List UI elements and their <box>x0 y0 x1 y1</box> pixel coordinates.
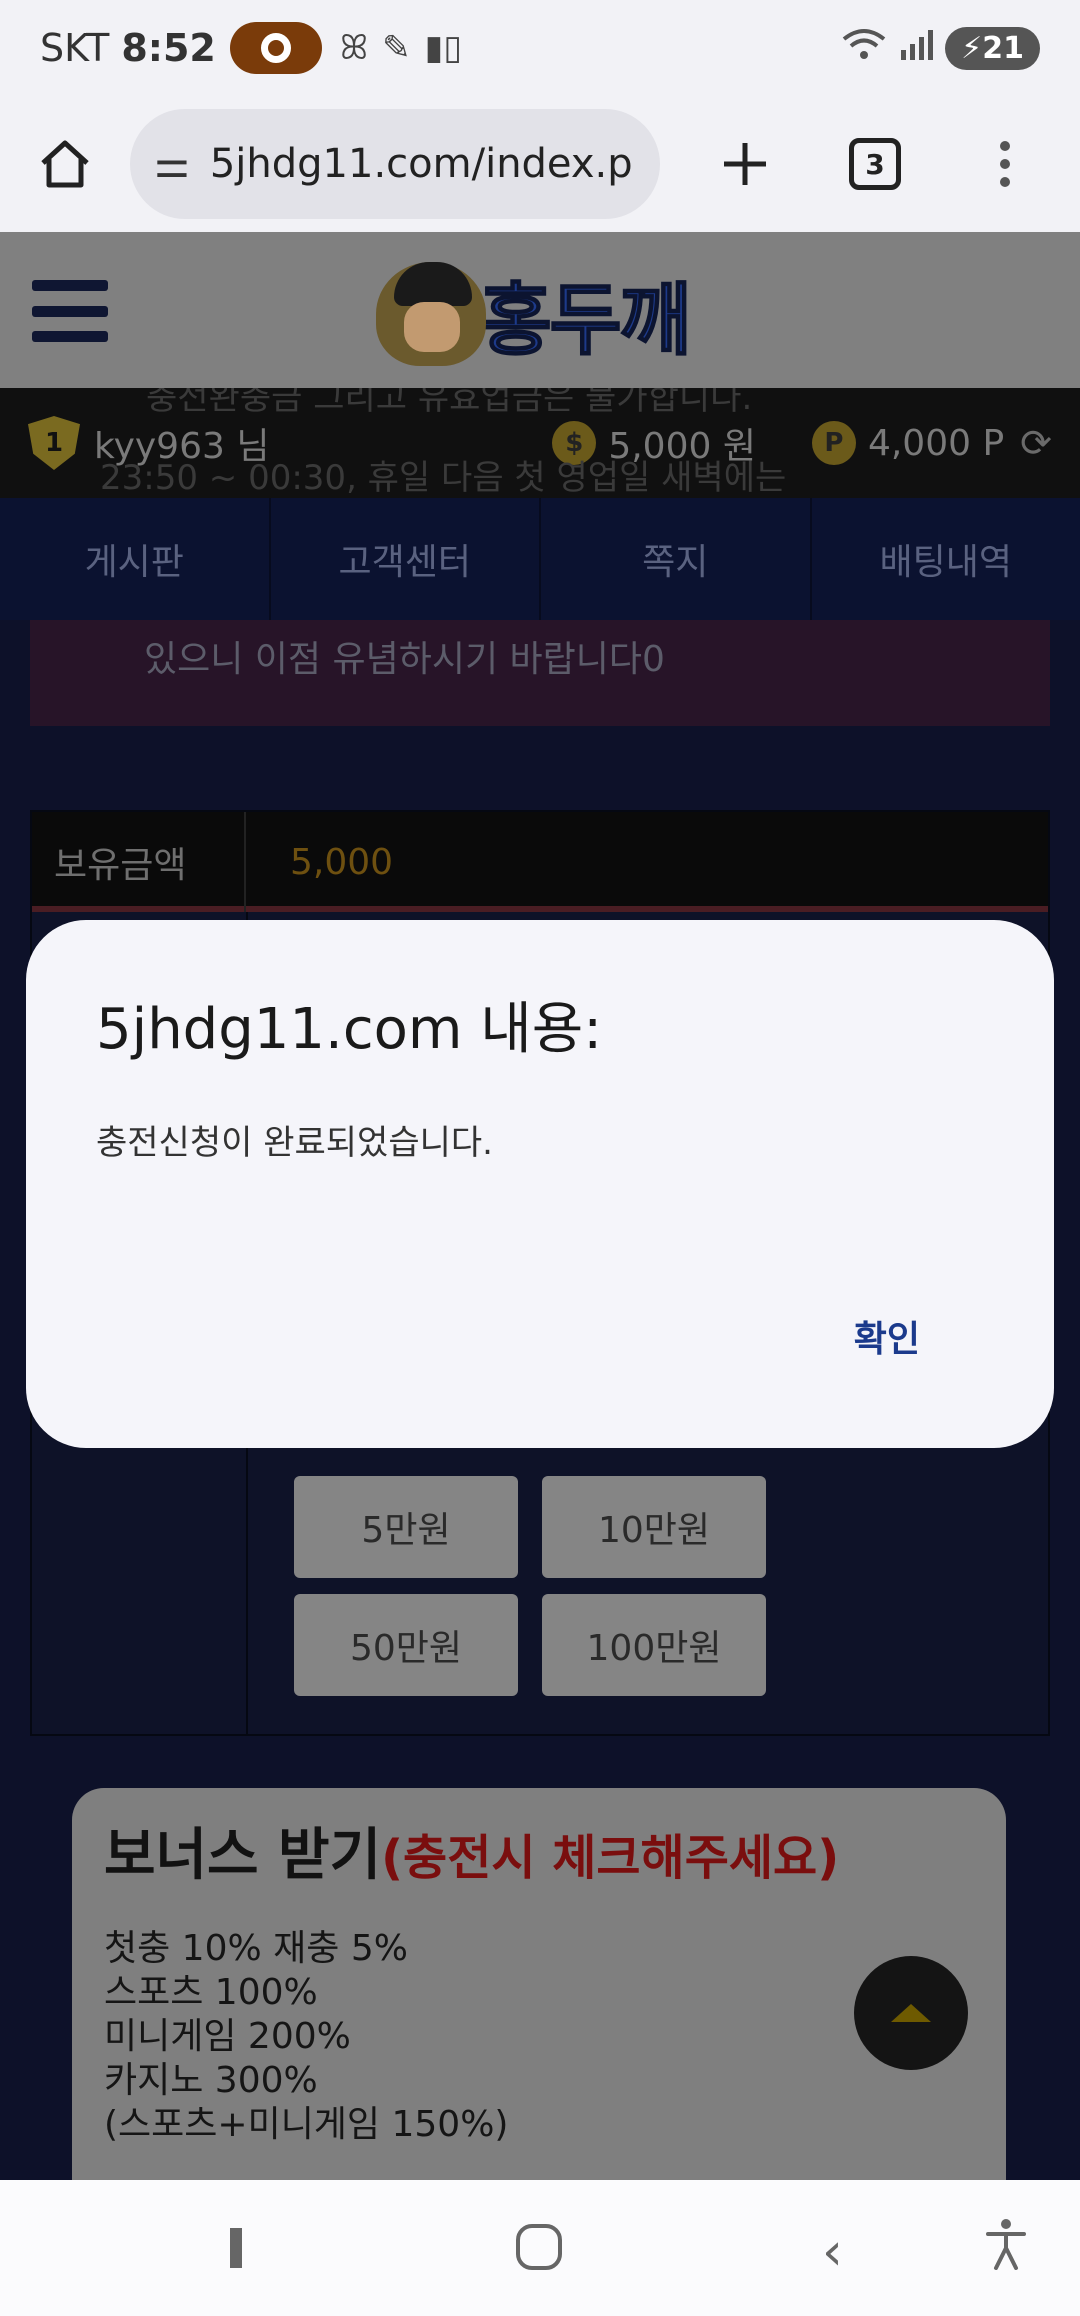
tab-count: 3 <box>849 138 901 190</box>
dialog-ok-button[interactable]: 확인 <box>854 1310 920 1362</box>
bonus-line: 미니게임 200% <box>104 2016 351 2057</box>
tab-switcher-icon[interactable]: 3 <box>810 96 940 232</box>
user-info-bar: 충전완충금 그리고 유효업금은 불가합니다. 23:50 ~ 00:30, 휴일… <box>0 388 1080 498</box>
battery-charging-icon: ⚡21 <box>945 26 1040 70</box>
recents-icon[interactable] <box>212 2228 260 2268</box>
url-text: 5jhdg11.com/index.pl <box>209 141 636 187</box>
main-nav: 게시판 고객센터 쪽지 배팅내역 <box>0 498 1080 620</box>
logo-text: 홍두깨 <box>479 275 692 367</box>
bonus-line: (스포츠+미니게임 150%) <box>104 2104 509 2145</box>
balance-row: 보유금액 5,000 <box>32 812 1048 912</box>
address-bar[interactable]: ⚌ 5jhdg11.com/index.pl <box>130 109 660 219</box>
accessibility-icon[interactable] <box>984 2218 1028 2270</box>
bonus-title-text: 보너스 받기 <box>104 1823 382 1888</box>
notice-box: 있으니 이점 유념하시기 바랍니다0 <box>30 620 1050 726</box>
ghost-text-line-1: 충전완충금 그리고 유효업금은 불가합니다. <box>146 388 753 418</box>
nav-messages[interactable]: 쪽지 <box>541 498 812 620</box>
system-home-icon[interactable] <box>516 2224 562 2270</box>
home-icon[interactable] <box>0 96 130 232</box>
status-bar: SKT 8:52 ꕤ ✎ ▮▯ ⚡21 <box>0 0 1080 96</box>
book-icon: ▮▯ <box>424 28 463 68</box>
bonus-line: 첫충 10% 재충 5% <box>104 1928 408 1969</box>
refresh-icon[interactable]: ⟳ <box>1020 421 1052 465</box>
bonus-lines: 첫충 10% 재충 5% 스포츠 100% 미니게임 200% 카지노 300%… <box>104 1927 974 2147</box>
balance-value: 5,000 <box>290 841 394 883</box>
record-icon <box>229 22 322 74</box>
notice-text: 있으니 이점 유념하시기 바랍니다0 <box>144 639 665 680</box>
balances: $ 5,000 원 P 4,000 P ⟳ <box>552 417 1052 469</box>
back-icon[interactable]: ‹ <box>822 2222 843 2282</box>
site-header: 홍두깨 <box>0 232 1080 388</box>
site-logo[interactable]: 홍두깨 <box>376 258 692 370</box>
amount-100k-button[interactable]: 10만원 <box>542 1476 766 1578</box>
bonus-title-note: (충전시 체크해주세요) <box>381 1830 840 1886</box>
bonus-title: 보너스 받기(충전시 체크해주세요) <box>104 1810 974 1891</box>
signal-icon <box>899 28 934 68</box>
nav-customer-center[interactable]: 고객센터 <box>271 498 541 620</box>
hamburger-menu-icon[interactable] <box>32 280 108 342</box>
feather-icon: ✎ <box>382 28 411 68</box>
dialog-message: 충전신청이 완료되었습니다. <box>96 1123 493 1163</box>
amount-500k-button[interactable]: 50만원 <box>294 1594 518 1696</box>
points-coin-icon: P <box>811 421 856 465</box>
alert-dialog: 5jhdg11.com 내용: 충전신청이 완료되었습니다. 확인 <box>26 920 1054 1448</box>
points-balance: 4,000 P <box>867 422 1005 464</box>
scroll-top-button[interactable] <box>854 1956 968 2070</box>
browser-toolbar: ⚌ 5jhdg11.com/index.pl 3 <box>0 96 1080 232</box>
username: kyy963 님 <box>94 426 270 467</box>
bunny-icon: ꕤ <box>339 28 369 68</box>
more-icon[interactable] <box>940 96 1070 232</box>
battery-level: 21 <box>982 30 1024 66</box>
nav-betting-history[interactable]: 배팅내역 <box>812 498 1080 620</box>
carrier-label: SKT <box>40 26 110 70</box>
clock: 8:52 <box>121 26 216 70</box>
amount-50k-button[interactable]: 5만원 <box>294 1476 518 1578</box>
site-settings-icon[interactable]: ⚌ <box>154 141 190 187</box>
new-tab-icon[interactable] <box>680 96 810 232</box>
mascot-icon <box>376 262 486 366</box>
level-shield-icon: 1 <box>28 416 80 470</box>
money-balance: 5,000 원 <box>608 426 756 467</box>
dialog-title: 5jhdg11.com 내용: <box>96 997 603 1062</box>
system-nav-bar: ‹ <box>0 2180 1080 2316</box>
balance-label: 보유금액 <box>32 812 246 912</box>
amount-1m-button[interactable]: 100만원 <box>542 1594 766 1696</box>
nav-board[interactable]: 게시판 <box>0 498 271 620</box>
bonus-line: 카지노 300% <box>104 2060 318 2101</box>
caret-up-icon <box>891 2004 931 2022</box>
wifi-icon <box>841 27 887 69</box>
bonus-line: 스포츠 100% <box>104 1972 318 2013</box>
